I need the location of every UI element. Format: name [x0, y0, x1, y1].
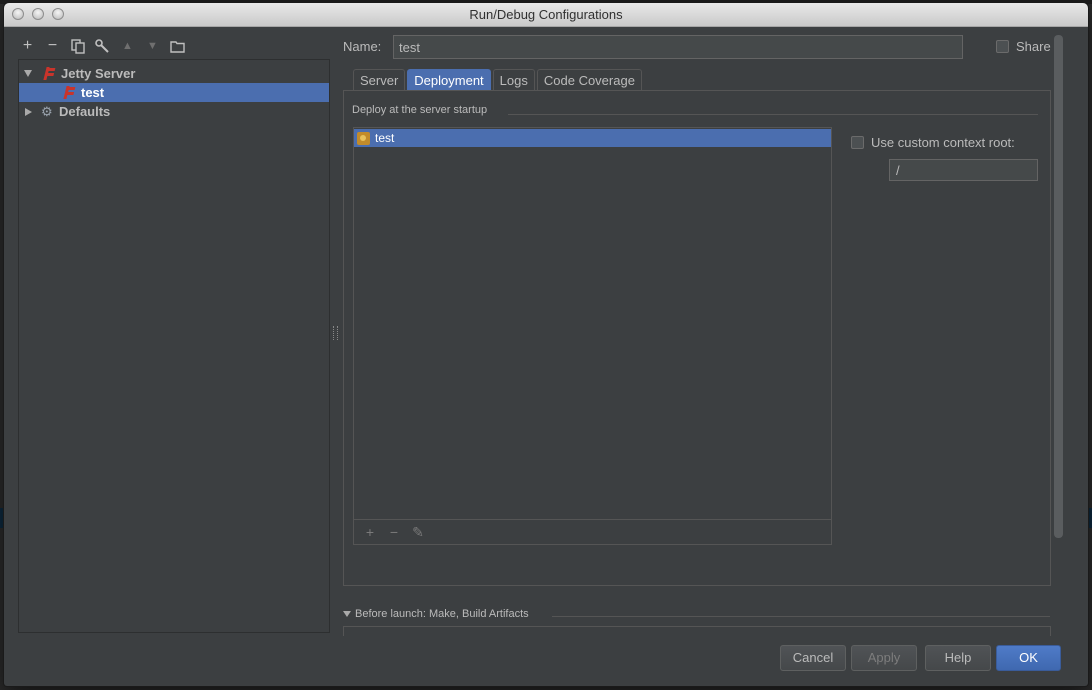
context-root-input[interactable] — [889, 159, 1038, 181]
before-launch-label: Before launch: Make, Build Artifacts — [355, 608, 529, 620]
collapse-arrow-icon — [343, 611, 351, 617]
copy-configuration-button[interactable] — [68, 37, 87, 56]
copy-icon — [70, 38, 85, 54]
remove-artifact-button[interactable]: − — [386, 524, 402, 540]
before-launch-list[interactable] — [343, 626, 1051, 636]
custom-context-root-row[interactable]: Use custom context root: — [851, 135, 1015, 150]
tab-deployment[interactable]: Deployment — [407, 69, 491, 90]
share-checkbox-row[interactable]: Share — [996, 39, 1051, 54]
jetty-icon — [63, 86, 76, 99]
remove-configuration-button[interactable]: − — [43, 37, 62, 56]
arrow-up-icon: ▲ — [122, 40, 133, 52]
name-label: Name: — [343, 39, 382, 54]
collapse-arrow-icon[interactable] — [25, 107, 32, 116]
tab-code-coverage[interactable]: Code Coverage — [536, 69, 642, 90]
section-divider — [508, 114, 1038, 115]
create-folder-button[interactable] — [168, 37, 187, 56]
arrow-down-icon: ▼ — [147, 40, 158, 52]
folder-icon — [170, 40, 185, 53]
tree-item-test[interactable]: test — [19, 83, 329, 102]
plus-icon: + — [22, 37, 33, 54]
window-title: Run/Debug Configurations — [469, 7, 623, 22]
config-toolbar: + − ▲ ▼ — [18, 36, 187, 56]
custom-context-root-checkbox[interactable] — [851, 136, 864, 149]
minus-icon: − — [389, 524, 399, 540]
tab-logs[interactable]: Logs — [492, 69, 535, 90]
plus-icon: + — [365, 524, 375, 540]
jetty-icon — [43, 67, 56, 80]
minus-icon: − — [47, 37, 58, 54]
add-artifact-button[interactable]: + — [362, 524, 378, 540]
cancel-button[interactable]: Cancel — [780, 645, 846, 671]
before-launch-divider — [552, 616, 1050, 617]
edit-defaults-button[interactable] — [93, 37, 112, 56]
minimize-window-button[interactable] — [32, 8, 44, 20]
vertical-scrollbar[interactable] — [1054, 35, 1063, 538]
ok-button[interactable]: OK — [996, 645, 1061, 671]
before-launch-toggle[interactable]: Before launch: Make, Build Artifacts — [343, 608, 529, 620]
zoom-window-button[interactable] — [52, 8, 64, 20]
custom-context-root-label: Use custom context root: — [871, 135, 1015, 150]
apply-button[interactable]: Apply — [851, 645, 917, 671]
run-debug-dialog: Run/Debug Configurations + − ▲ ▼ Jetty S… — [4, 3, 1088, 686]
wrench-icon — [95, 38, 109, 53]
help-button[interactable]: Help — [925, 645, 991, 671]
artifact-label: test — [375, 131, 395, 145]
pencil-icon: ✎ — [412, 523, 424, 540]
name-input[interactable] — [393, 35, 963, 59]
splitter-handle[interactable] — [333, 326, 338, 340]
deploy-section-title: Deploy at the server startup — [352, 104, 488, 116]
add-configuration-button[interactable]: + — [18, 37, 37, 56]
share-checkbox[interactable] — [996, 40, 1009, 53]
wrench-icon: ⚙ — [41, 103, 53, 119]
move-down-button[interactable]: ▼ — [143, 37, 162, 56]
expand-arrow-icon[interactable] — [24, 70, 32, 77]
tree-item-label: Jetty Server — [61, 66, 136, 81]
artifact-list-toolbar: + − ✎ — [354, 519, 831, 544]
tree-item-label: test — [81, 85, 105, 100]
tree-item-jetty-server[interactable]: Jetty Server — [19, 64, 329, 83]
edit-artifact-button[interactable]: ✎ — [410, 524, 426, 540]
artifact-list[interactable]: test + − ✎ — [353, 127, 832, 545]
close-window-button[interactable] — [12, 8, 24, 20]
configuration-tree: Jetty Server test ⚙ Defaults — [18, 59, 330, 633]
tree-item-label: Defaults — [59, 104, 111, 119]
config-tabs: Server Deployment Logs Code Coverage — [353, 69, 642, 90]
tab-server[interactable]: Server — [353, 69, 406, 90]
move-up-button[interactable]: ▲ — [118, 37, 137, 56]
artifact-icon — [357, 131, 370, 145]
list-item[interactable]: test — [354, 129, 831, 147]
tree-item-defaults[interactable]: ⚙ Defaults — [19, 102, 329, 121]
title-bar: Run/Debug Configurations — [4, 3, 1088, 27]
deployment-panel: Deploy at the server startup test + − ✎ … — [343, 90, 1051, 586]
share-label: Share — [1016, 39, 1051, 54]
